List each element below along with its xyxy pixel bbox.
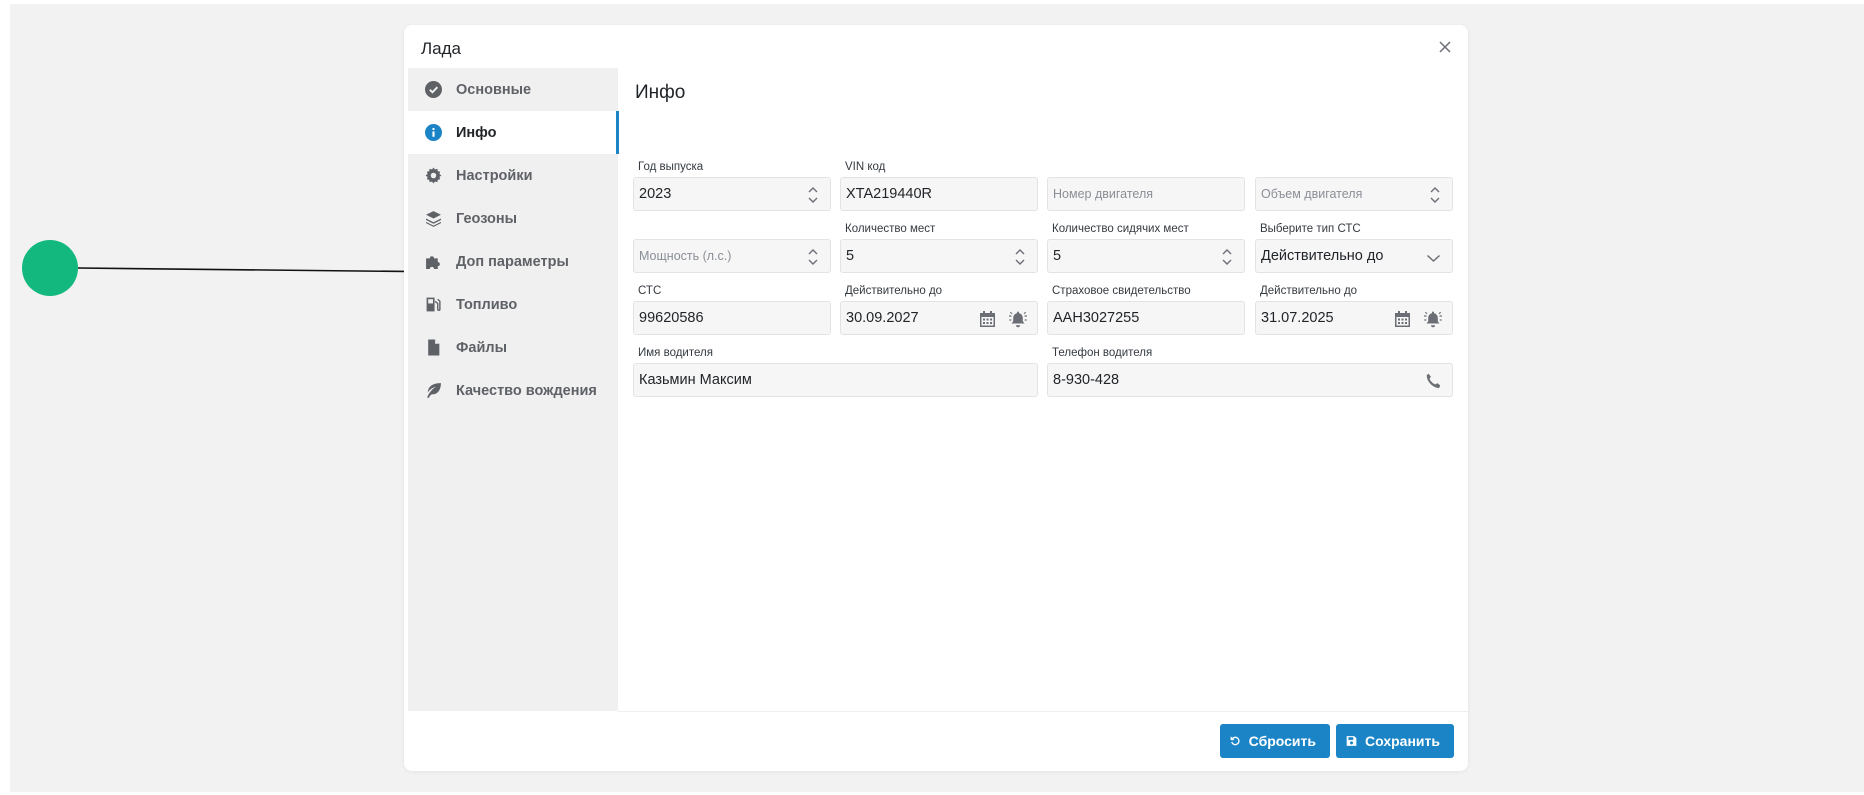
- stepper-icon[interactable]: [807, 185, 819, 205]
- engine-volume-label: [1255, 160, 1453, 175]
- sts-field: СТС 99620586: [633, 284, 831, 335]
- driver-phone-label: Телефон водителя: [1052, 347, 1153, 359]
- sts-label: СТС: [638, 285, 662, 297]
- sts-input[interactable]: 99620586: [633, 301, 831, 335]
- sts-valid-label: Действительно до: [845, 285, 943, 297]
- sidebar-item-label: Доп параметры: [456, 253, 569, 270]
- sidebar-item-label: Настройки: [456, 167, 533, 184]
- driver-phone-field: Телефон водителя 8-930-428: [1047, 346, 1453, 397]
- stepper-icon[interactable]: [807, 247, 819, 267]
- check-circle-icon: [424, 81, 442, 99]
- sidebar-item-label: Основные: [456, 81, 532, 98]
- sidebar-item-label: Файлы: [456, 339, 507, 356]
- layers-icon: [424, 210, 442, 228]
- sidebar-item-label: Топливо: [456, 296, 518, 313]
- sts-type-field: Выберите тип СТС Действительно до: [1255, 222, 1453, 273]
- modal-footer: Сбросить Сохранить: [618, 711, 1468, 771]
- year-input[interactable]: 2023: [633, 177, 831, 211]
- calendar-icon[interactable]: [1395, 311, 1410, 327]
- sidebar-item-extra-params[interactable]: Доп параметры: [408, 240, 618, 283]
- info-panel: Инфо Год выпуска 2023 VIN код XTA219440R…: [618, 68, 1468, 711]
- power-input[interactable]: Мощность (л.с.): [633, 239, 831, 273]
- driver-name-input[interactable]: Казьмин Максим: [633, 363, 1038, 397]
- sts-type-select[interactable]: Действительно до: [1255, 239, 1453, 273]
- stepper-icon[interactable]: [1221, 247, 1233, 267]
- sidebar-item-settings[interactable]: Настройки: [408, 154, 618, 197]
- insurance-input[interactable]: ААН3027255: [1047, 301, 1245, 335]
- engine-number-input[interactable]: Номер двигателя: [1047, 177, 1245, 211]
- leaf-icon: [424, 382, 442, 400]
- seats-input[interactable]: 5: [840, 239, 1038, 273]
- undo-icon: [1230, 736, 1240, 746]
- phone-icon[interactable]: [1425, 373, 1441, 389]
- seats-field: Количество мест 5: [840, 222, 1038, 273]
- power-label: [633, 222, 831, 237]
- annotation-marker: [22, 240, 78, 296]
- sts-type-label: Выберите тип СТС: [1260, 223, 1361, 235]
- gear-icon: [424, 167, 442, 185]
- insurance-valid-field: Действительно до 31.07.2025: [1255, 284, 1453, 335]
- seating-label: Количество сидячих мест: [1052, 223, 1189, 235]
- sidebar-item-files[interactable]: Файлы: [408, 326, 618, 369]
- sidebar-item-label: Геозоны: [456, 210, 518, 227]
- sidebar-item-label: Качество вождения: [456, 382, 597, 399]
- gas-pump-icon: [424, 296, 442, 314]
- sidebar-item-info[interactable]: Инфо: [408, 111, 619, 154]
- seating-field: Количество сидячих мест 5: [1047, 222, 1245, 273]
- year-field: Год выпуска 2023: [633, 160, 831, 211]
- sidebar-item-driving-quality[interactable]: Качество вождения: [408, 369, 618, 412]
- sts-valid-date-input[interactable]: 30.09.2027: [840, 301, 1038, 335]
- sidebar-item-basic[interactable]: Основные: [408, 68, 618, 111]
- vin-label: VIN код: [845, 161, 886, 173]
- modal-header: Лада: [404, 25, 1468, 68]
- vin-input[interactable]: XTA219440R: [840, 177, 1038, 211]
- power-field: Мощность (л.с.): [633, 222, 831, 273]
- driver-phone-input[interactable]: 8-930-428: [1047, 363, 1453, 397]
- driver-name-label: Имя водителя: [638, 347, 713, 359]
- sts-valid-field: Действительно до 30.09.2027: [840, 284, 1038, 335]
- puzzle-icon: [424, 253, 442, 271]
- alarm-bell-icon[interactable]: [1423, 310, 1443, 328]
- insurance-valid-date-input[interactable]: 31.07.2025: [1255, 301, 1453, 335]
- sidebar-item-geozones[interactable]: Геозоны: [408, 197, 618, 240]
- save-icon: [1346, 736, 1357, 746]
- chevron-down-icon: [1426, 251, 1441, 263]
- seating-input[interactable]: 5: [1047, 239, 1245, 273]
- sidebar-item-label: Инфо: [456, 124, 497, 141]
- insurance-valid-label: Действительно до: [1260, 285, 1358, 297]
- section-title: Инфо: [635, 82, 686, 103]
- alarm-bell-icon[interactable]: [1008, 310, 1028, 328]
- vehicle-modal: Лада Основные Инфо Настройки Геозоны Доп…: [404, 25, 1468, 771]
- info-circle-icon: [424, 124, 442, 142]
- stepper-icon[interactable]: [1429, 185, 1441, 205]
- engine-number-label: [1047, 160, 1245, 175]
- calendar-icon[interactable]: [980, 311, 995, 327]
- sidebar-item-fuel[interactable]: Топливо: [408, 283, 618, 326]
- reset-button[interactable]: Сбросить: [1220, 724, 1330, 758]
- insurance-label: Страховое свидетельство: [1052, 285, 1191, 297]
- driver-name-field: Имя водителя Казьмин Максим: [633, 346, 1038, 397]
- year-label: Год выпуска: [638, 161, 704, 173]
- save-button[interactable]: Сохранить: [1336, 724, 1454, 758]
- seats-label: Количество мест: [845, 223, 936, 235]
- engine-volume-input[interactable]: Объем двигателя: [1255, 177, 1453, 211]
- modal-title: Лада: [421, 39, 461, 58]
- close-button[interactable]: [1436, 38, 1454, 56]
- file-icon: [424, 339, 442, 357]
- insurance-field: Страховое свидетельство ААН3027255: [1047, 284, 1245, 335]
- vin-field: VIN код XTA219440R: [840, 160, 1038, 211]
- engine-number-field: Номер двигателя: [1047, 160, 1245, 211]
- engine-volume-field: Объем двигателя: [1255, 160, 1453, 211]
- sidebar: Основные Инфо Настройки Геозоны Доп пара…: [408, 68, 619, 711]
- close-icon: [1439, 41, 1451, 53]
- stepper-icon[interactable]: [1014, 247, 1026, 267]
